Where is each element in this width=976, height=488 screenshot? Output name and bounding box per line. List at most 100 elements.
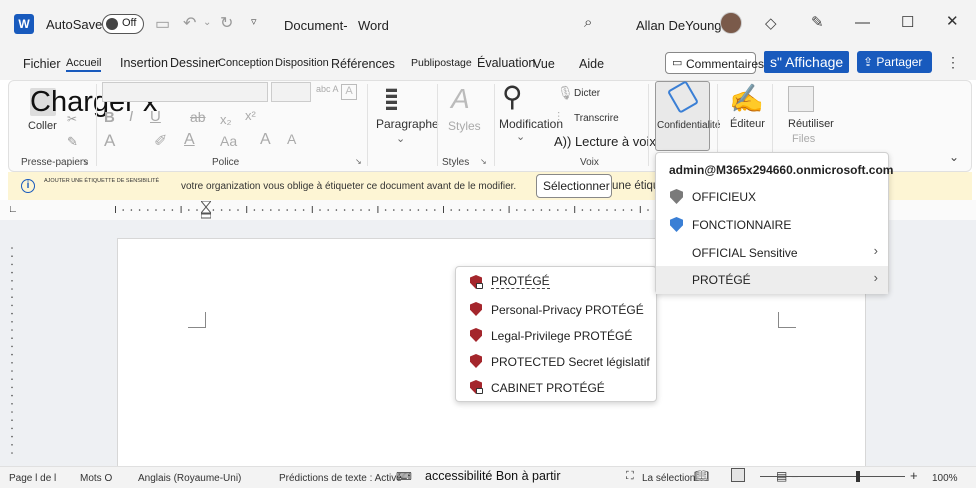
ruler-tick — [253, 209, 256, 211]
share-button[interactable]: ⇪ Partager — [857, 51, 932, 73]
chevron-down-icon[interactable]: ⌄ — [396, 132, 405, 145]
undo-dropdown-icon[interactable]: ⌄ — [203, 17, 211, 28]
avatar[interactable] — [720, 12, 742, 34]
transcribe-icon[interactable]: ⫶ — [557, 110, 560, 125]
undo-icon[interactable]: ↶ — [183, 13, 196, 33]
reuse-label[interactable]: Réutiliser — [788, 118, 834, 130]
minimize-icon[interactable]: — — [855, 14, 870, 31]
tab-dessiner[interactable]: Dessiner — [170, 56, 219, 70]
chevron-right-icon: › — [873, 270, 878, 285]
focus-label[interactable]: La sélection — [642, 473, 695, 484]
zoom-slider-track[interactable] — [760, 476, 905, 477]
search-icon[interactable]: ⌕ — [584, 14, 592, 31]
submenu-item-protected-secret[interactable]: PROTECTED Secret législatif — [456, 348, 656, 375]
ruler-tick — [237, 209, 239, 211]
maximize-icon[interactable]: ☐ — [901, 13, 914, 31]
tab-publipostage[interactable]: Publipostage — [411, 57, 472, 69]
italic-icon[interactable]: I — [129, 108, 133, 125]
submenu-item-cabinet[interactable]: CABINET PROTÉGÉ — [456, 374, 656, 401]
editor-label[interactable]: Éditeur — [730, 118, 765, 130]
document-title[interactable]: Document- — [284, 18, 348, 33]
superscript-icon[interactable]: x² — [245, 108, 256, 123]
tab-selector-icon[interactable]: ∟ — [8, 204, 18, 215]
diamond-icon[interactable]: ◇ — [765, 14, 777, 32]
bold-icon[interactable]: B — [104, 109, 115, 126]
font-size-change-icon[interactable]: Aa — [220, 133, 237, 149]
paragraph-icon[interactable]: ▬ ▬ ▬ ▬ — [386, 84, 416, 113]
submenu-item-protege[interactable]: PROTÉGÉ — [456, 268, 656, 295]
clipboard-launcher-icon[interactable]: ↘ — [82, 157, 89, 166]
menu-item-officieux[interactable]: OFFICIEUX — [656, 183, 888, 210]
collapse-ribbon-icon[interactable]: ⌄ — [949, 150, 959, 164]
save-icon[interactable]: ▭ — [155, 14, 170, 34]
customize-toolbar-icon[interactable]: ▿ — [251, 15, 257, 28]
tab-vue[interactable]: Vue — [533, 57, 555, 71]
tab-aide[interactable]: Aide — [579, 57, 604, 71]
paste-label[interactable]: Coller — [28, 120, 57, 132]
clear-format-icon[interactable]: A — [341, 84, 357, 100]
autosave-toggle[interactable]: Off — [102, 14, 144, 34]
editing-label[interactable]: Modification — [499, 117, 563, 131]
menu-item-official-sensitive[interactable]: OFFICIAL Sensitive › — [656, 239, 888, 266]
styles-icon[interactable]: A — [451, 83, 470, 115]
reuse-files-icon[interactable] — [788, 86, 814, 112]
font-name-box[interactable] — [102, 82, 268, 102]
zoom-in-icon[interactable]: + — [910, 468, 918, 483]
menu-item-protege[interactable]: PROTÉGÉ › — [656, 266, 888, 294]
word-count[interactable]: Mots O — [80, 473, 112, 484]
text-predictions-status[interactable]: Prédictions de texte : Activé — [279, 473, 402, 484]
styles-launcher-icon[interactable]: ↘ — [480, 157, 487, 166]
text-effects-icon[interactable]: A — [104, 131, 115, 151]
tab-fichier[interactable]: Fichier — [23, 57, 61, 71]
focus-icon[interactable]: ⛶ — [626, 470, 634, 483]
editor-icon[interactable]: ✍ — [729, 82, 764, 115]
language-status[interactable]: Anglais (Royaume-Uni) — [138, 473, 241, 484]
more-options-icon[interactable]: ⋮ — [946, 54, 960, 71]
grow-font-icon[interactable]: A — [260, 131, 271, 149]
affichage-button[interactable]: s" Affichage — [764, 51, 849, 73]
microphone-icon[interactable]: 🎙︎ — [557, 85, 574, 101]
shrink-font-icon[interactable]: A — [287, 131, 296, 147]
find-icon[interactable]: ⚲ — [502, 80, 523, 113]
read-mode-icon[interactable]: 📖︎ — [694, 469, 709, 483]
styles-button-label[interactable]: Styles — [448, 119, 481, 133]
dictate-label[interactable]: Dicter — [574, 88, 600, 99]
font-size-box[interactable] — [271, 82, 311, 102]
tab-references[interactable]: Références — [331, 57, 395, 71]
tab-disposition[interactable]: Disposition — [275, 57, 329, 69]
chevron-down-icon[interactable]: ⌄ — [516, 130, 525, 143]
transcribe-label[interactable]: Transcrire — [574, 113, 619, 124]
underline-icon[interactable]: U — [150, 108, 161, 125]
redo-icon[interactable]: ↻ — [220, 13, 233, 33]
tab-insertion[interactable]: Insertion — [120, 56, 168, 70]
submenu-item-legal-privilege[interactable]: Legal-Privilege PROTÉGÉ — [456, 322, 656, 349]
highlight-icon[interactable]: ✐ — [154, 131, 167, 151]
subscript-icon[interactable]: x₂ — [220, 112, 232, 127]
pen-icon[interactable]: ✎ — [811, 13, 824, 31]
print-layout-icon[interactable] — [731, 468, 745, 482]
change-case-icon[interactable]: abc A — [316, 84, 339, 94]
indent-marker-icon[interactable] — [199, 200, 213, 219]
comments-button[interactable]: ▭ Commentaires — [665, 52, 764, 74]
strikethrough-icon[interactable]: ab — [190, 109, 206, 125]
user-name[interactable]: Allan DeYoung — [636, 18, 722, 33]
submenu-item-personal-privacy[interactable]: Personal-Privacy PROTÉGÉ — [456, 296, 656, 323]
tab-accueil[interactable]: Accueil — [66, 57, 102, 72]
tab-conception[interactable]: Conception — [218, 57, 274, 69]
predictions-icon: ⌨ — [396, 471, 412, 483]
close-icon[interactable]: ✕ — [946, 12, 959, 30]
files-label[interactable]: Files — [792, 133, 815, 145]
font-launcher-icon[interactable]: ↘ — [355, 157, 362, 166]
zoom-level[interactable]: 100% — [932, 473, 958, 484]
format-painter-icon[interactable]: ✎ — [67, 134, 78, 150]
menu-item-fonctionnaire[interactable]: FONCTIONNAIRE — [656, 211, 888, 238]
page-count[interactable]: Page l de l — [9, 473, 56, 484]
select-label-button[interactable]: Sélectionner — [536, 174, 612, 198]
cut-icon[interactable]: ✂ — [67, 112, 77, 126]
paragraph-label[interactable]: Paragraphe — [376, 117, 439, 131]
zoom-slider-thumb[interactable] — [856, 471, 860, 482]
font-color-icon[interactable]: A — [184, 131, 195, 149]
ruler-tick — [458, 209, 461, 211]
tab-evaluation[interactable]: Évaluation — [477, 56, 535, 70]
accessibility-status[interactable]: accessibilité Bon à partir — [425, 469, 560, 483]
